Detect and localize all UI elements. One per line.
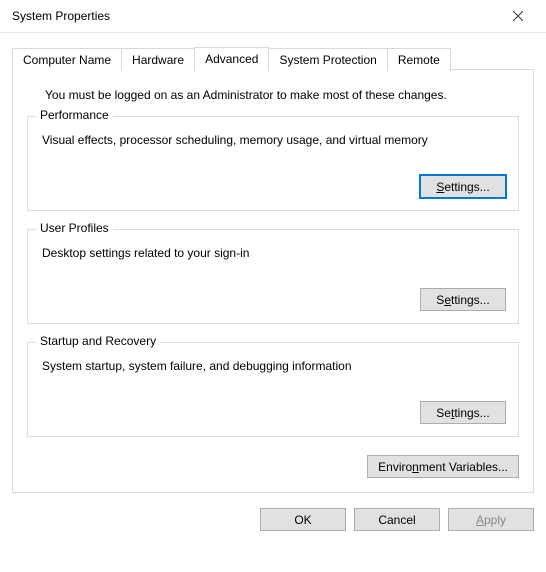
startup-settings-button[interactable]: Settings... [420, 401, 506, 424]
group-startup-desc: System startup, system failure, and debu… [42, 359, 506, 373]
window-title: System Properties [12, 9, 498, 23]
cancel-button[interactable]: Cancel [354, 508, 440, 531]
tab-advanced[interactable]: Advanced [194, 47, 269, 70]
group-startup-legend: Startup and Recovery [36, 334, 160, 348]
ok-button[interactable]: OK [260, 508, 346, 531]
tab-system-protection[interactable]: System Protection [268, 48, 387, 71]
close-button[interactable] [498, 2, 538, 30]
tab-panel-advanced: You must be logged on as an Administrato… [12, 69, 534, 493]
intro-text: You must be logged on as an Administrato… [45, 88, 515, 102]
tabstrip: Computer Name Hardware Advanced System P… [12, 47, 534, 70]
group-performance: Performance Visual effects, processor sc… [27, 116, 519, 211]
env-row: Environment Variables... [27, 455, 519, 478]
group-user-profiles: User Profiles Desktop settings related t… [27, 229, 519, 324]
tab-hardware[interactable]: Hardware [121, 48, 195, 71]
group-user-profiles-desc: Desktop settings related to your sign-in [42, 246, 506, 260]
performance-settings-button[interactable]: Settings... [420, 175, 506, 198]
environment-variables-button[interactable]: Environment Variables... [367, 455, 519, 478]
dialog-button-bar: OK Cancel Apply [0, 494, 546, 541]
titlebar: System Properties [0, 0, 546, 33]
group-user-profiles-legend: User Profiles [36, 221, 113, 235]
user-profiles-settings-button[interactable]: Settings... [420, 288, 506, 311]
group-performance-desc: Visual effects, processor scheduling, me… [42, 133, 506, 147]
close-icon [513, 11, 523, 21]
tab-remote[interactable]: Remote [387, 48, 451, 71]
group-startup-recovery: Startup and Recovery System startup, sys… [27, 342, 519, 437]
tab-computer-name[interactable]: Computer Name [12, 48, 122, 71]
apply-button[interactable]: Apply [448, 508, 534, 531]
group-performance-legend: Performance [36, 108, 113, 122]
